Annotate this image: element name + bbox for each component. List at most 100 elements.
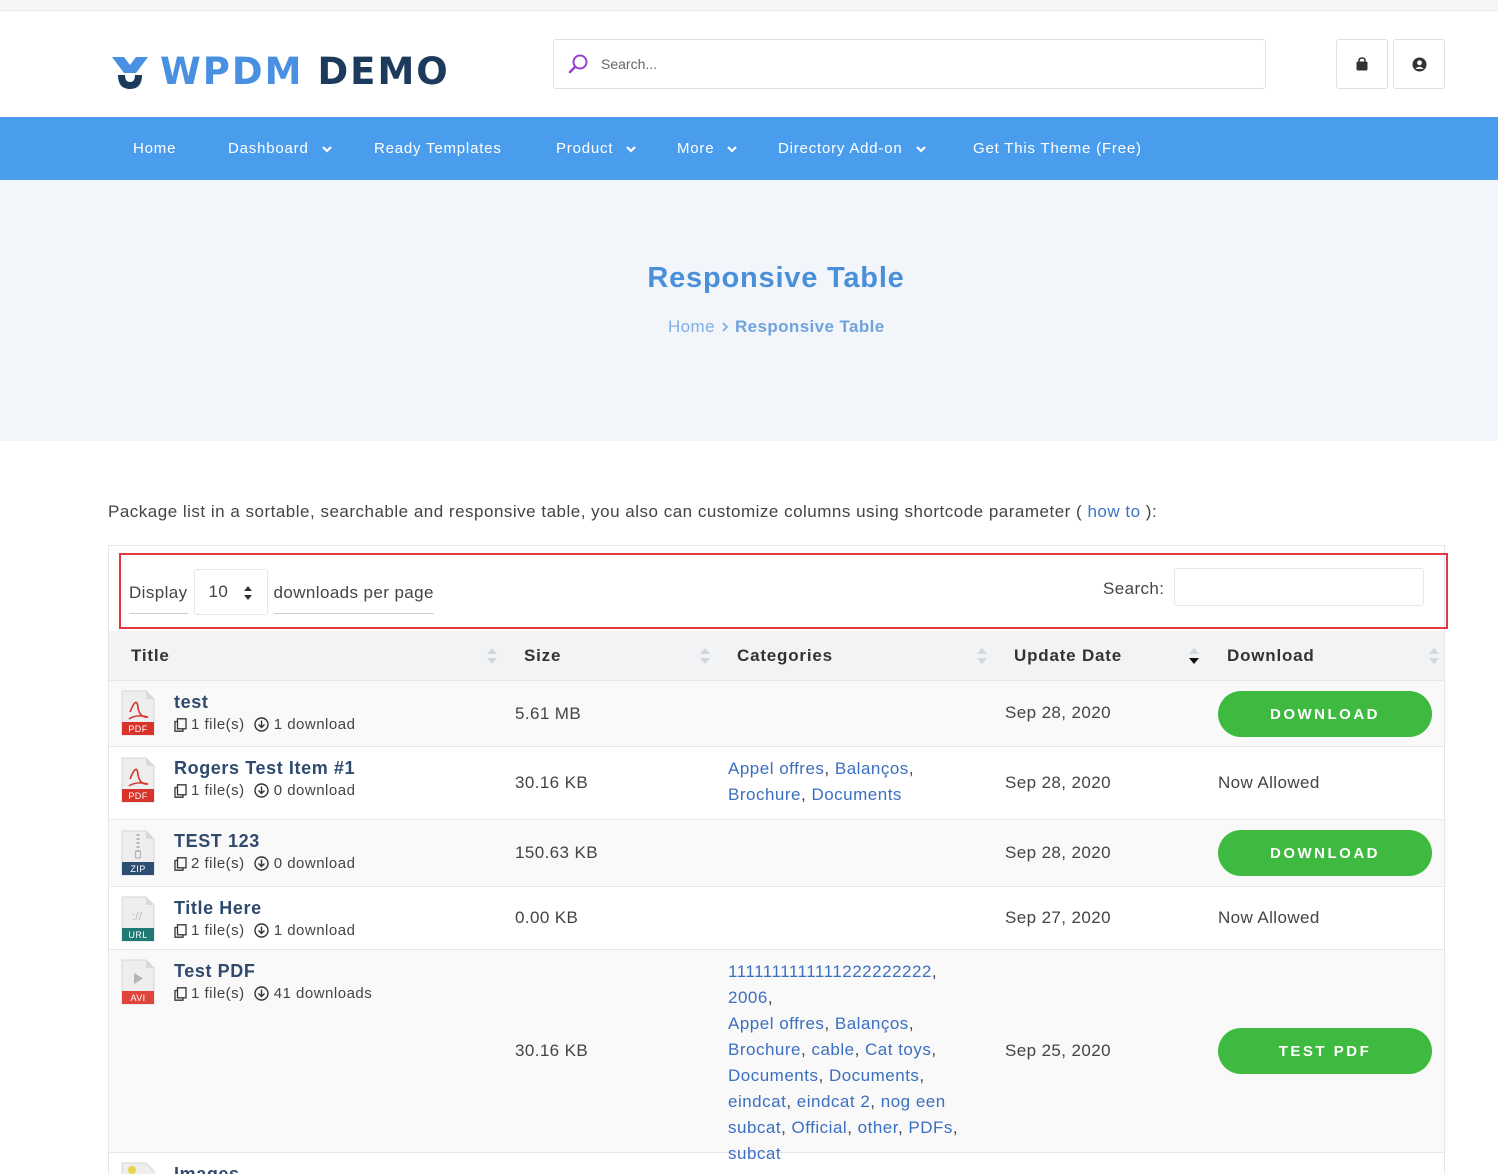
- column-header-download[interactable]: Download: [1227, 631, 1315, 681]
- sort-desc-icon: [1189, 648, 1199, 664]
- category-link[interactable]: Cat toys: [865, 1040, 931, 1059]
- category-link[interactable]: Documents: [829, 1066, 919, 1085]
- nav-item-product[interactable]: Product: [556, 117, 637, 180]
- category-link[interactable]: Brochure: [728, 1040, 801, 1059]
- table-row: :// URL Title Here 1 file(s) 1 download …: [109, 887, 1444, 950]
- category-link[interactable]: Balanços: [835, 1014, 909, 1033]
- svg-text:://: ://: [132, 911, 143, 923]
- download-not-allowed: Now Allowed: [1218, 908, 1320, 927]
- download-not-allowed: Now Allowed: [1218, 773, 1320, 792]
- breadcrumb-home[interactable]: Home: [668, 317, 715, 337]
- logo-text: WPDM DEMO: [160, 50, 450, 93]
- package-meta: 1 file(s) 41 downloads: [174, 985, 372, 1002]
- category-link[interactable]: Documents: [811, 785, 901, 804]
- file-count: 1 file(s): [191, 922, 245, 939]
- download-button[interactable]: DOWNLOAD: [1218, 830, 1432, 876]
- svg-text:PDF: PDF: [128, 791, 147, 801]
- how-to-link[interactable]: how to: [1087, 502, 1140, 521]
- category-link[interactable]: Documents: [728, 1066, 818, 1085]
- category-link[interactable]: Brochure: [728, 785, 801, 804]
- nav-item-more[interactable]: More: [677, 117, 738, 180]
- wpdm-logo-icon: [112, 57, 148, 89]
- column-header-categories[interactable]: Categories: [737, 631, 833, 681]
- logo-text-wpdm: WPDM: [160, 49, 304, 93]
- nav-item-get-theme[interactable]: Get This Theme (Free): [973, 117, 1142, 180]
- download-button[interactable]: DOWNLOAD: [1218, 691, 1432, 737]
- package-title-link[interactable]: Images: [174, 1164, 240, 1174]
- copy-icon: [174, 923, 187, 938]
- nav-item-dashboard[interactable]: Dashboard: [228, 117, 333, 180]
- category-link[interactable]: PDFs: [908, 1118, 953, 1137]
- page-length-select[interactable]: 10: [193, 569, 268, 615]
- download-circle-icon: [253, 717, 269, 732]
- url-file-icon: :// URL: [121, 896, 155, 942]
- download-circle-icon: [253, 783, 269, 798]
- package-title-link[interactable]: test: [174, 692, 208, 713]
- category-link[interactable]: eindcat: [728, 1092, 786, 1111]
- package-date: Sep 28, 2020: [1005, 773, 1111, 792]
- nav-item-label: Directory Add-on: [778, 140, 903, 157]
- package-size: 30.16 KB: [515, 773, 589, 792]
- nav-item-ready-templates[interactable]: Ready Templates: [374, 117, 502, 180]
- header-search-input[interactable]: [601, 56, 1221, 72]
- account-button[interactable]: [1393, 39, 1445, 89]
- download-button[interactable]: TEST PDF: [1218, 1028, 1432, 1074]
- nav-item-label: Dashboard: [228, 140, 309, 157]
- category-link[interactable]: 1111111111111222222222: [728, 962, 932, 981]
- cart-button[interactable]: [1336, 39, 1388, 89]
- nav-item-home[interactable]: Home: [133, 117, 176, 180]
- table-search-label: Search:: [1103, 579, 1165, 598]
- package-meta: 2 file(s) 0 download: [174, 855, 355, 872]
- download-count: 0 download: [273, 782, 356, 799]
- pdf-file-icon: PDF: [121, 690, 155, 736]
- package-title-link[interactable]: Test PDF: [174, 961, 255, 982]
- download-count: 1 download: [273, 922, 356, 939]
- column-header-title[interactable]: Title: [131, 631, 170, 681]
- page-length-control: Display 10 downloads per page: [129, 569, 434, 615]
- category-link[interactable]: Balanços: [835, 759, 909, 778]
- column-header-update-date[interactable]: Update Date: [1014, 631, 1122, 681]
- download-circle-icon: [253, 856, 269, 871]
- category-link[interactable]: Official: [792, 1118, 848, 1137]
- page-hero: Responsive Table Home Responsive Table: [0, 180, 1498, 441]
- category-link[interactable]: eindcat 2: [797, 1092, 871, 1111]
- category-link[interactable]: Appel offres: [728, 759, 824, 778]
- package-title-link[interactable]: TEST 123: [174, 831, 260, 852]
- table-search-input[interactable]: [1174, 568, 1424, 606]
- file-count: 1 file(s): [191, 716, 245, 733]
- pdf-file-icon: PDF: [121, 757, 155, 803]
- column-label: Download: [1227, 646, 1315, 665]
- column-label: Categories: [737, 646, 833, 665]
- svg-text:AVI: AVI: [130, 993, 145, 1003]
- chevron-down-icon: [626, 145, 637, 153]
- column-label: Title: [131, 646, 170, 665]
- download-count: 41 downloads: [273, 985, 373, 1002]
- category-link[interactable]: cable: [811, 1040, 854, 1059]
- nav-item-directory-addon[interactable]: Directory Add-on: [778, 117, 927, 180]
- intro-suffix: ):: [1145, 502, 1158, 521]
- package-categories: 1111111111111222222222, 2006, Appel offr…: [728, 962, 959, 1163]
- table-row: Images: [109, 1153, 1444, 1174]
- chevron-down-icon: [915, 145, 926, 153]
- chevron-down-icon: [727, 145, 738, 153]
- download-circle-icon: [253, 986, 269, 1001]
- column-label: Size: [524, 646, 562, 665]
- category-link[interactable]: 2006: [728, 988, 768, 1007]
- sort-icon: [700, 648, 710, 664]
- package-title-link[interactable]: Title Here: [174, 898, 262, 919]
- avi-file-icon: AVI: [121, 959, 155, 1005]
- category-link[interactable]: Appel offres: [728, 1014, 824, 1033]
- table-row: AVI Test PDF 1 file(s) 41 downloads 30.1…: [109, 950, 1444, 1163]
- category-link[interactable]: other: [858, 1118, 898, 1137]
- main-navigation: Home Dashboard Ready Templates Product M…: [0, 117, 1498, 180]
- page-title: Responsive Table: [647, 262, 905, 294]
- chevron-down-icon: [321, 145, 332, 153]
- package-title-link[interactable]: Rogers Test Item #1: [174, 758, 355, 779]
- download-circle-icon: [253, 923, 269, 938]
- site-logo[interactable]: WPDM DEMO: [110, 45, 450, 97]
- file-count: 1 file(s): [191, 782, 245, 799]
- sort-select-icon: [243, 586, 252, 600]
- column-header-size[interactable]: Size: [524, 631, 561, 681]
- zip-file-icon: ZIP: [121, 830, 155, 876]
- package-meta: 1 file(s) 0 download: [174, 782, 355, 799]
